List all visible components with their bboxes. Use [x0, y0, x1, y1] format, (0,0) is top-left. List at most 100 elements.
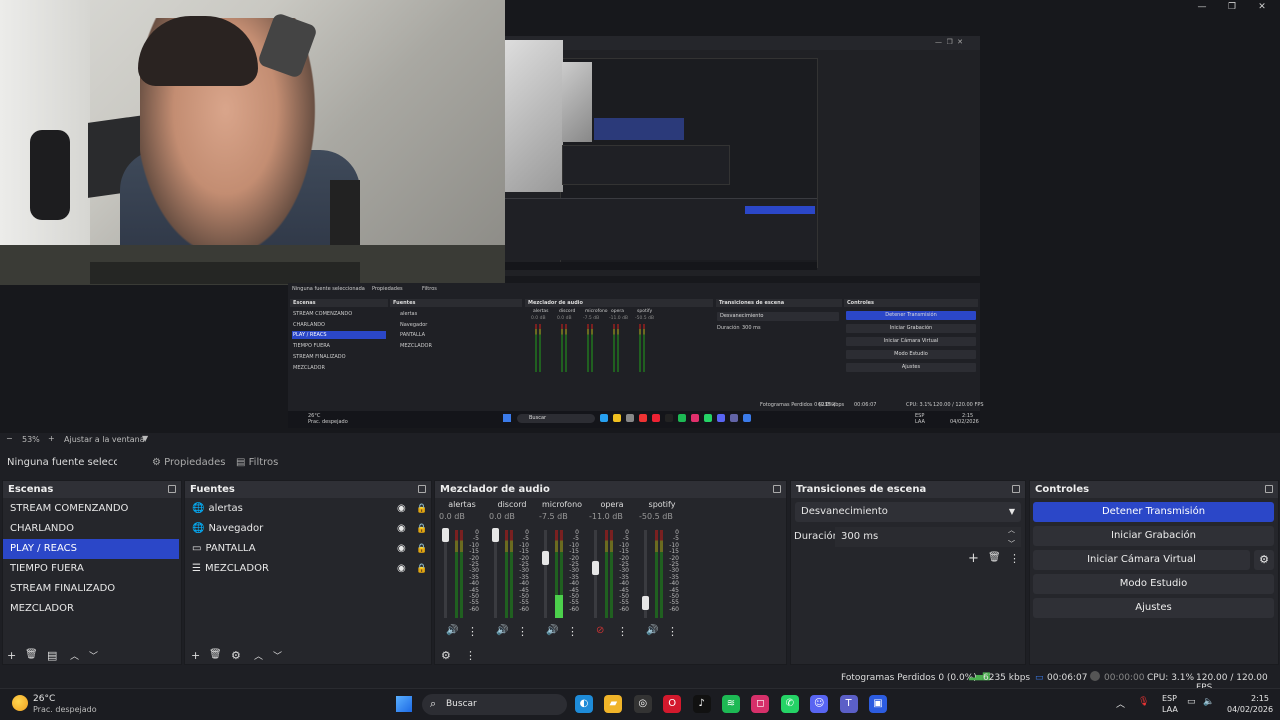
fit-to-window-button[interactable]: Ajustar a la ventana	[64, 435, 145, 444]
scene-filters-button[interactable]: ▤	[47, 649, 57, 662]
fader-knob[interactable]	[592, 561, 599, 576]
mini-scene-item: CHARLANDO	[293, 321, 325, 328]
source-item[interactable]: 🌐 alertas ◉ 🔒	[185, 499, 429, 519]
visibility-eye-icon[interactable]: ◉	[397, 559, 406, 579]
scene-item[interactable]: STREAM COMENZANDO	[3, 499, 179, 519]
mic-icon[interactable]: 🎙	[1138, 697, 1149, 707]
lock-icon[interactable]: 🔒	[416, 539, 427, 559]
visibility-eye-icon[interactable]: ◉	[397, 539, 406, 559]
mixer-menu-icon[interactable]: ⋮	[465, 649, 476, 662]
fader-knob[interactable]	[492, 528, 499, 542]
dock-menu-icon[interactable]	[1012, 485, 1020, 493]
language[interactable]: ESP	[1162, 694, 1177, 703]
add-source-button[interactable]: +	[191, 649, 200, 662]
settings-button[interactable]: Ajustes	[1033, 598, 1274, 618]
add-scene-button[interactable]: +	[7, 649, 16, 662]
advanced-audio-icon[interactable]: ⚙	[441, 649, 451, 662]
scene-item[interactable]: TIEMPO FUERA	[3, 559, 179, 579]
move-up-button[interactable]: ︿	[254, 649, 263, 662]
fader-knob[interactable]	[442, 528, 449, 542]
stop-streaming-button[interactable]: Detener Transmisión	[1033, 502, 1274, 522]
teams-icon[interactable]: T	[839, 695, 858, 713]
transition-menu-icon[interactable]: ⋮	[1009, 552, 1020, 565]
zoom-dropdown-icon[interactable]: ▼	[142, 434, 148, 443]
move-down-button[interactable]: ﹀	[89, 649, 98, 662]
zoom-out-button[interactable]: −	[6, 434, 13, 443]
spotify-icon[interactable]: ≋	[722, 695, 740, 713]
delete-transition-button[interactable]: 🗑	[988, 552, 1001, 563]
visibility-eye-icon[interactable]: ◉	[397, 499, 406, 519]
close-icon[interactable]: ✕	[1250, 0, 1274, 14]
speaker-icon[interactable]: 🔊	[496, 625, 508, 636]
channel-menu-icon[interactable]: ⋮	[617, 625, 628, 638]
fader-knob[interactable]	[542, 550, 549, 565]
volume-fader[interactable]	[494, 530, 497, 618]
source-item[interactable]: ☰ MEZCLADOR ◉ 🔒	[185, 559, 429, 579]
mini-taskbar-app-icon	[717, 414, 725, 422]
volume-icon[interactable]: 🔈	[1203, 697, 1214, 707]
clock-time[interactable]: 2:15	[1251, 694, 1269, 703]
start-recording-button[interactable]: Iniciar Grabación	[1033, 526, 1274, 546]
source-item[interactable]: ▭ PANTALLA ◉ 🔒	[185, 539, 429, 559]
filters-button[interactable]: ▤ Filtros	[236, 449, 278, 477]
app-icon[interactable]: ▣	[869, 695, 887, 713]
scene-item[interactable]: MEZCLADOR	[3, 599, 179, 619]
dock-menu-icon[interactable]	[168, 485, 176, 493]
mini-control-button: Modo Estudio	[846, 350, 976, 359]
channel-menu-icon[interactable]: ⋮	[667, 625, 678, 638]
speaker-icon[interactable]: 🔊	[546, 625, 558, 636]
dock-menu-icon[interactable]	[773, 485, 781, 493]
mini-source-item: Navegador	[400, 321, 428, 328]
zoom-in-button[interactable]: +	[48, 434, 55, 443]
minimize-icon[interactable]: —	[1190, 0, 1214, 14]
channel-menu-icon[interactable]: ⋮	[567, 625, 578, 638]
channel-db: -7.5 dB	[539, 512, 568, 521]
discord-icon[interactable]: ☺	[810, 695, 829, 713]
transition-select[interactable]: Desvanecimiento ▼	[795, 502, 1021, 522]
obs-icon[interactable]: ◎	[633, 695, 652, 713]
network-icon[interactable]: ▭	[1187, 697, 1196, 707]
volume-fader[interactable]	[444, 530, 447, 618]
virtual-camera-settings-icon[interactable]: ⚙	[1254, 550, 1274, 570]
lock-icon[interactable]: 🔒	[416, 519, 427, 539]
file-explorer-icon[interactable]: ▰	[604, 695, 623, 713]
move-up-button[interactable]: ︿	[70, 649, 79, 662]
channel-db: 0.0 dB	[489, 512, 515, 521]
add-transition-button[interactable]: +	[968, 551, 979, 566]
instagram-icon[interactable]: ◻	[751, 695, 770, 713]
tiktok-icon[interactable]: ♪	[692, 695, 711, 713]
dock-menu-icon[interactable]	[418, 485, 426, 493]
scene-item[interactable]: STREAM FINALIZADO	[3, 579, 179, 599]
maximize-icon[interactable]: ❐	[1220, 0, 1244, 14]
properties-button[interactable]: ⚙ Propiedades	[152, 449, 225, 477]
speaker-icon[interactable]: 🔊	[646, 625, 658, 636]
lock-icon[interactable]: 🔒	[416, 499, 427, 519]
delete-source-button[interactable]: 🗑	[209, 649, 222, 660]
duration-input[interactable]: 300 ms ︿ ﹀	[835, 526, 1021, 548]
windows-start-icon[interactable]	[396, 696, 412, 712]
muted-speaker-icon[interactable]: ⊘	[596, 625, 604, 636]
whatsapp-icon[interactable]: ✆	[780, 695, 799, 713]
taskbar-search[interactable]: ⌕ Buscar	[422, 694, 567, 715]
opera-icon[interactable]: O	[663, 695, 682, 713]
speaker-icon[interactable]: 🔊	[446, 625, 458, 636]
scene-item[interactable]: CHARLANDO	[3, 519, 179, 539]
visibility-eye-icon[interactable]: ◉	[397, 519, 406, 539]
volume-fader[interactable]	[544, 530, 547, 618]
source-properties-button[interactable]: ⚙	[231, 649, 241, 662]
weather-icon[interactable]	[12, 695, 28, 711]
fader-knob[interactable]	[642, 596, 649, 611]
delete-scene-button[interactable]: 🗑	[25, 649, 38, 660]
channel-menu-icon[interactable]: ⋮	[467, 625, 478, 638]
studio-mode-button[interactable]: Modo Estudio	[1033, 574, 1274, 594]
source-item[interactable]: 🌐 Navegador ◉ 🔒	[185, 519, 429, 539]
edge-icon[interactable]: ◐	[575, 695, 593, 713]
start-virtual-camera-button[interactable]: Iniciar Cámara Virtual	[1033, 550, 1250, 570]
lock-icon[interactable]: 🔒	[416, 559, 427, 579]
stepper-icon[interactable]: ︿ ﹀	[1008, 523, 1015, 551]
move-down-button[interactable]: ﹀	[273, 649, 282, 662]
scene-item[interactable]: PLAY / REACS	[3, 539, 179, 559]
dock-menu-icon[interactable]	[1265, 485, 1273, 493]
tray-chevron-icon[interactable]: ︿	[1116, 697, 1125, 710]
channel-menu-icon[interactable]: ⋮	[517, 625, 528, 638]
